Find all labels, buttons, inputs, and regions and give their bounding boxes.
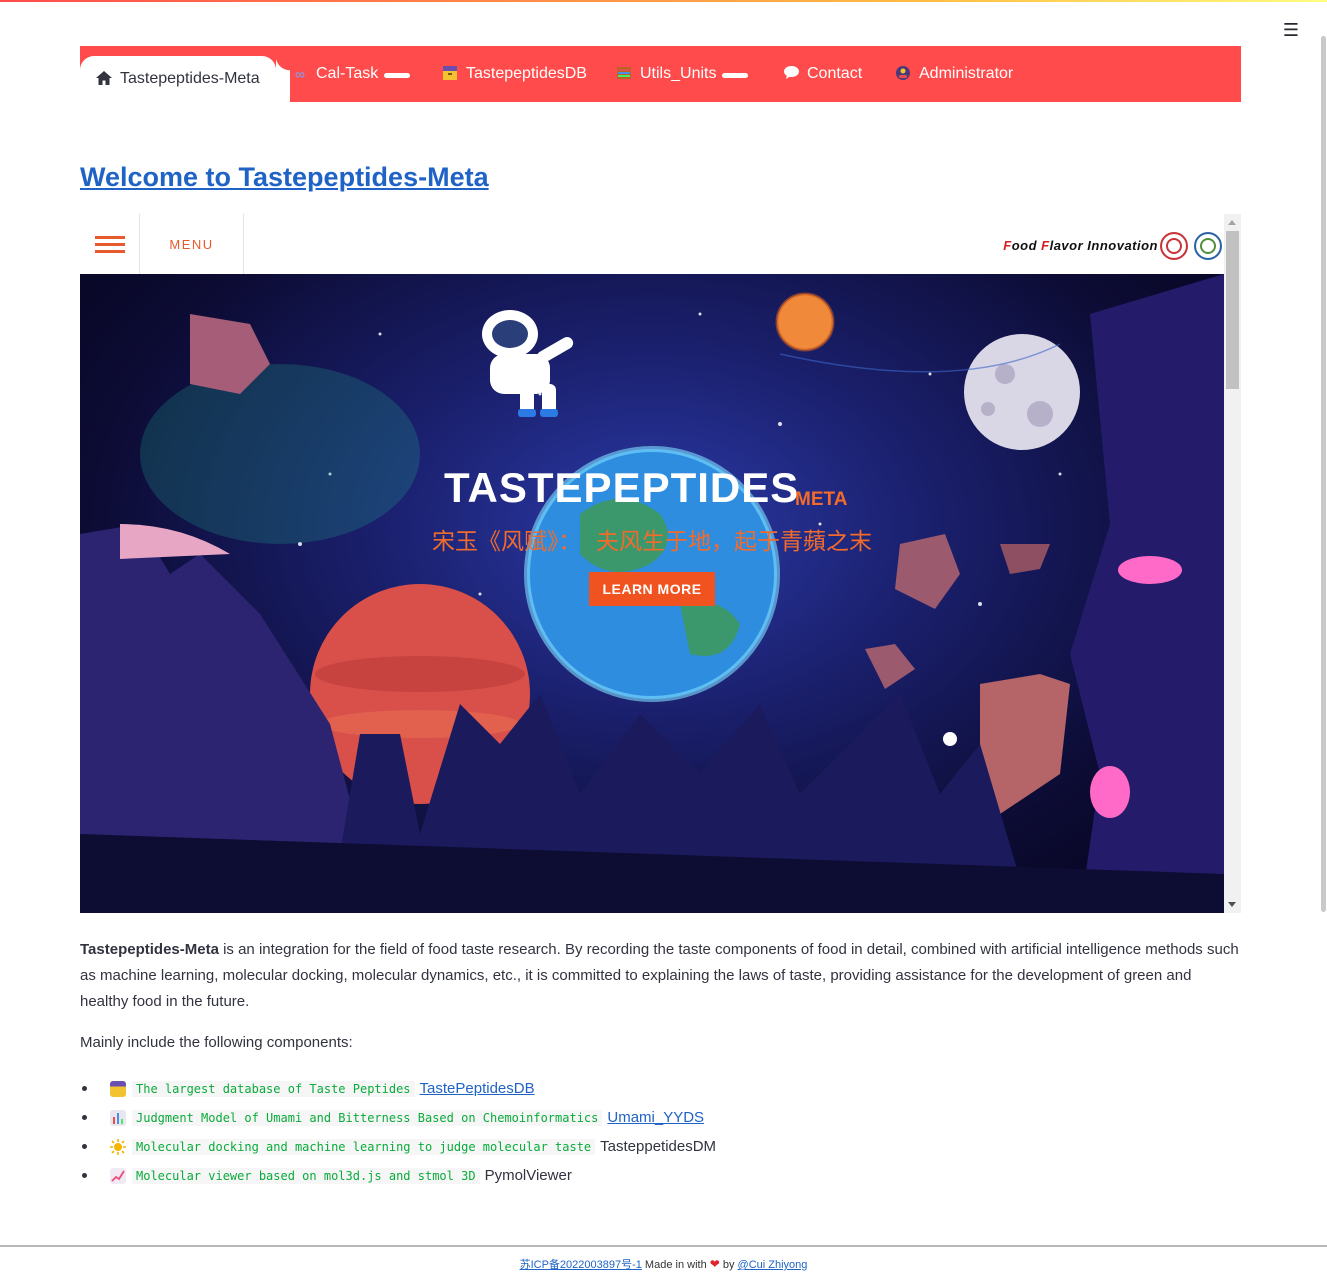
tab-label: Contact — [807, 65, 863, 82]
home-icon — [96, 70, 112, 88]
chart-increasing-icon — [110, 1167, 126, 1184]
components-list: The largest database of Taste Peptides T… — [80, 1074, 716, 1190]
card-file-box-icon — [110, 1080, 126, 1097]
scroll-up-arrow-icon[interactable] — [1228, 220, 1236, 225]
learn-more-button[interactable]: LEARN MORE — [589, 572, 715, 606]
page-title-link[interactable]: Welcome to Tastepeptides-Meta — [80, 162, 489, 193]
footer-divider — [0, 1245, 1327, 1247]
umami-yyds-link[interactable]: Umami_YYDS — [607, 1109, 704, 1126]
abacus-icon — [616, 66, 632, 82]
list-item: Judgment Model of Umami and Bitterness B… — [80, 1103, 716, 1132]
tab-administrator[interactable]: Administrator — [895, 46, 1013, 102]
frame-header: MENU Food Flavor Innovation — [80, 214, 1224, 274]
intro-paragraph: Tastepeptides-Meta is an integration for… — [80, 941, 1239, 1010]
frame-menu-button[interactable]: MENU — [140, 214, 244, 274]
sun-icon — [110, 1138, 126, 1155]
infinity-icon: ∞ — [295, 66, 305, 82]
tab-label: Tastepeptides-Meta — [120, 70, 260, 87]
dropdown-indicator-icon — [384, 72, 411, 78]
scrollbar-thumb[interactable] — [1226, 231, 1239, 389]
speech-bubble-icon — [783, 66, 799, 82]
scroll-down-arrow-icon[interactable] — [1228, 902, 1236, 907]
top-navbar: Tastepeptides-Meta ∞ Cal-Task Tastepepti… — [80, 46, 1241, 102]
tab-label: Administrator — [919, 65, 1014, 82]
hero-subtitle: META — [795, 489, 848, 510]
list-item: The largest database of Taste Peptides T… — [80, 1074, 716, 1103]
pymolviewer-label: PymolViewer — [484, 1167, 572, 1184]
icp-license-link[interactable]: 苏ICP备2022003897号-1 — [520, 1259, 642, 1271]
tab-tastepeptidesdb[interactable]: TastepeptidesDB — [442, 46, 587, 102]
frame-scrollbar[interactable] — [1224, 214, 1241, 913]
intro-section: Tastepeptides-Meta is an integration for… — [80, 937, 1240, 1071]
frame-menu-burger-icon[interactable] — [80, 214, 140, 274]
tab-contact[interactable]: Contact — [783, 46, 862, 102]
page-scrollbar[interactable] — [1321, 36, 1326, 912]
tab-cal-task[interactable]: ∞ Cal-Task — [292, 46, 411, 102]
components-heading: Mainly include the following components: — [80, 1034, 353, 1051]
author-link[interactable]: @Cui Zhiyong — [738, 1259, 808, 1271]
tab-tastepeptides-meta[interactable]: Tastepeptides-Meta — [80, 56, 290, 102]
footer: 苏ICP备2022003897号-1 Made in with ❤ by @Cu… — [519, 1257, 808, 1271]
top-decoration — [0, 0, 1327, 2]
hero-quote: 宋玉《风赋》： 夫风生于地，起于青蘋之末 — [431, 529, 873, 555]
dropdown-indicator-icon — [722, 72, 749, 78]
institute-seal-icon — [1194, 232, 1222, 260]
main-menu-icon[interactable]: ☰ — [1281, 20, 1301, 40]
card-file-box-icon — [442, 65, 458, 83]
tasteppetidesdm-label: TasteppetidesDM — [600, 1138, 717, 1155]
hero-banner: TASTEPEPTIDES META 宋玉《风赋》： 夫风生于地，起于青蘋之末 … — [80, 274, 1224, 913]
list-item: Molecular viewer based on mol3d.js and s… — [80, 1161, 716, 1190]
tab-label: Utils_Units — [640, 65, 717, 82]
heart-icon: ❤ — [709, 1257, 720, 1271]
bar-chart-icon — [110, 1109, 126, 1126]
tastepeptidesdb-link[interactable]: TastePeptidesDB — [420, 1080, 535, 1097]
brand-logo-text: Food Flavor Innovation — [1003, 238, 1158, 253]
university-seal-icon — [1160, 232, 1188, 260]
tab-label: Cal-Task — [316, 65, 379, 82]
tab-utils-units[interactable]: Utils_Units — [616, 46, 749, 102]
tab-label: TastepeptidesDB — [466, 65, 587, 82]
hero-title: TASTEPEPTIDES — [444, 464, 800, 511]
embedded-site-frame: MENU Food Flavor Innovation TASTEPEPTIDE… — [80, 214, 1241, 913]
admin-icon — [895, 65, 911, 83]
list-item: Molecular docking and machine learning t… — [80, 1132, 716, 1161]
